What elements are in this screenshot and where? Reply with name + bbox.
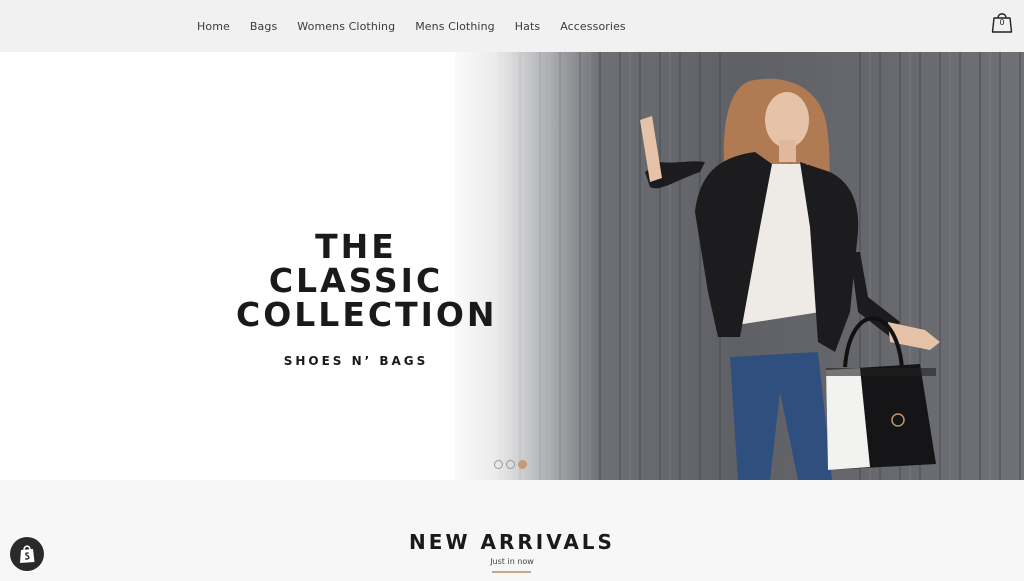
slide-indicators xyxy=(494,460,527,469)
section-title: NEW ARRIVALS xyxy=(409,530,615,554)
hero-caption: THE CLASSIC COLLECTION SHOES N’ BAGS xyxy=(236,227,498,369)
nav-item-mens-clothing[interactable]: Mens Clothing xyxy=(415,20,495,33)
new-arrivals-section: NEW ARRIVALS Just in now xyxy=(0,480,1024,581)
nav-item-accessories[interactable]: Accessories xyxy=(560,20,626,33)
hero-slideshow[interactable]: THE CLASSIC COLLECTION SHOES N’ BAGS xyxy=(0,52,1024,480)
main-nav: Home Bags Womens Clothing Mens Clothing … xyxy=(187,0,636,52)
nav-item-hats[interactable]: Hats xyxy=(515,20,540,33)
hero-photo xyxy=(440,52,1024,480)
hero-title: THE CLASSIC COLLECTION xyxy=(236,227,498,334)
nav-item-home[interactable]: Home xyxy=(197,20,230,33)
nav-item-womens-clothing[interactable]: Womens Clothing xyxy=(297,20,395,33)
slide-dot-2[interactable] xyxy=(506,460,515,469)
site-header: Home Bags Womens Clothing Mens Clothing … xyxy=(0,0,1024,52)
section-subtitle: Just in now xyxy=(490,557,534,566)
slide-dot-1[interactable] xyxy=(494,460,503,469)
shopify-bag-icon xyxy=(20,545,35,563)
cart-button[interactable]: 0 xyxy=(990,10,1014,34)
shopify-chat-button[interactable] xyxy=(10,537,44,571)
cart-count: 0 xyxy=(999,18,1005,27)
hero-subtitle: SHOES N’ BAGS xyxy=(283,354,429,368)
slide-dot-3[interactable] xyxy=(518,460,527,469)
nav-item-bags[interactable]: Bags xyxy=(250,20,277,33)
section-divider xyxy=(492,571,531,573)
